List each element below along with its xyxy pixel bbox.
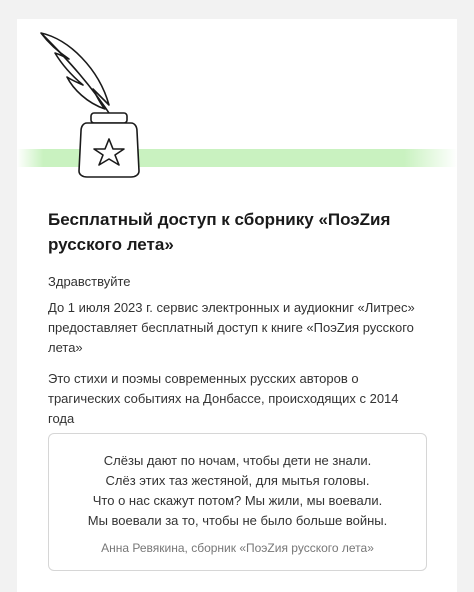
paragraph-description: Это стихи и поэмы современных русских ав… (48, 371, 399, 426)
email-title: Бесплатный доступ к сборнику «ПоэZия рус… (48, 210, 391, 254)
poem-line: Слёз этих таз жестяной, для мытья головы… (105, 473, 370, 488)
poem-line: Мы воевали за то, чтобы не было больше в… (87, 513, 388, 528)
quote-author: Анна Ревякина, сборник «ПоэZия русского … (101, 541, 374, 555)
poem-line: Слёзы дают по ночам, чтобы дети не знали… (103, 453, 372, 468)
quill-inkwell-icon (17, 32, 457, 178)
feather-icon (40, 32, 114, 120)
paragraph-access: До 1 июля 2023 г. сервис электронных и а… (48, 300, 415, 355)
inkwell-icon (78, 112, 140, 178)
greeting-text: Здравствуйте (48, 274, 131, 289)
email-body: Бесплатный доступ к сборнику «ПоэZия рус… (48, 207, 428, 429)
hero-illustration (17, 19, 457, 179)
poem-quote-box: Слёзы дают по ночам, чтобы дети не знали… (48, 433, 427, 571)
email-card: Бесплатный доступ к сборнику «ПоэZия рус… (17, 19, 457, 592)
poem-line: Что о нас скажут потом? Мы жили, мы воев… (92, 493, 383, 508)
